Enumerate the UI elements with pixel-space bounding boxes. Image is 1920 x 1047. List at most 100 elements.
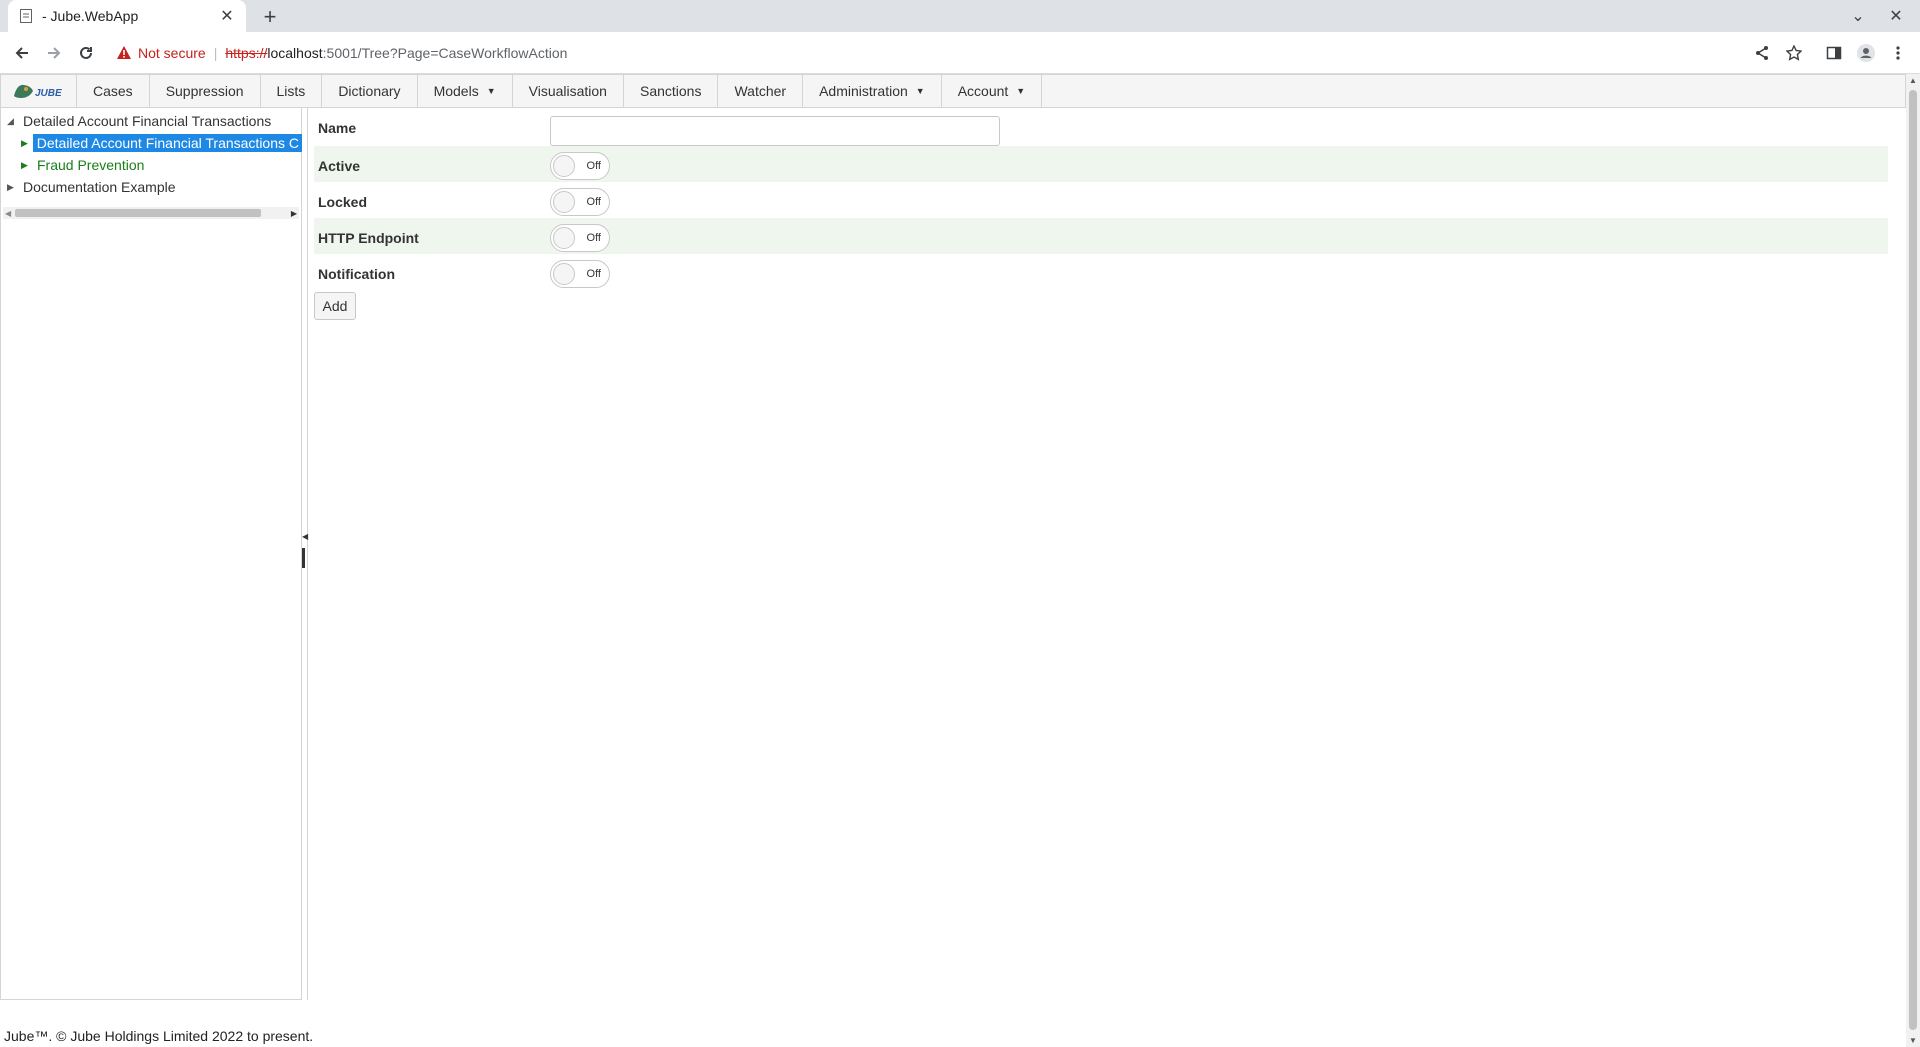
tree-collapsed-icon[interactable]: ▶ — [21, 160, 33, 171]
tree-node-fraud-prevention[interactable]: ▶ Fraud Prevention — [21, 154, 148, 176]
scroll-left-icon[interactable]: ◀ — [5, 209, 11, 218]
caret-down-icon: ▼ — [915, 86, 925, 96]
menu-watcher-label: Watcher — [734, 83, 787, 99]
toggle-knob — [553, 155, 575, 177]
menu-suppression[interactable]: Suppression — [150, 75, 261, 107]
panel-splitter[interactable]: ◀ — [302, 108, 308, 1000]
address-separator: | — [213, 45, 218, 61]
http-endpoint-row: HTTP Endpoint Off — [314, 218, 1888, 254]
http-endpoint-label: HTTP Endpoint — [318, 230, 419, 246]
menu-watcher[interactable]: Watcher — [718, 75, 804, 107]
menu-models[interactable]: Models ▼ — [418, 75, 513, 107]
scrollbar-thumb[interactable] — [15, 209, 261, 217]
tree-expanded-icon[interactable]: ◢ — [7, 116, 19, 127]
browser-toolbar: Not secure | https:// localhost :5001/Tr… — [0, 32, 1920, 74]
window-close-icon[interactable]: ✕ — [1884, 4, 1908, 28]
tab-search-icon[interactable]: ⌄ — [1846, 4, 1870, 28]
menu-administration[interactable]: Administration ▼ — [803, 75, 942, 107]
warning-icon — [116, 45, 132, 61]
toggle-knob — [553, 191, 575, 213]
menu-visualisation[interactable]: Visualisation — [513, 75, 624, 107]
toggle-state: Off — [586, 160, 601, 172]
active-toggle[interactable]: Off — [550, 152, 610, 180]
notification-toggle[interactable]: Off — [550, 260, 610, 288]
not-secure-label[interactable]: Not secure — [138, 45, 206, 61]
http-endpoint-toggle[interactable]: Off — [550, 224, 610, 252]
tree-node-label[interactable]: Documentation Example — [19, 178, 180, 196]
tree-horizontal-scrollbar[interactable]: ◀ ▶ — [3, 207, 299, 219]
tree-node-documentation[interactable]: ▶ Documentation Example — [7, 176, 180, 198]
page-vertical-scrollbar[interactable]: ▲ ▼ — [1906, 74, 1920, 1047]
name-row: Name — [314, 108, 1888, 146]
toggle-state: Off — [586, 232, 601, 244]
profile-avatar-icon[interactable] — [1854, 41, 1878, 65]
tree-collapsed-icon[interactable]: ▶ — [21, 138, 33, 149]
menu-cases[interactable]: Cases — [77, 75, 150, 107]
active-row: Active Off — [314, 146, 1888, 182]
jube-logo[interactable]: JUBE — [1, 75, 77, 107]
notification-label: Notification — [318, 266, 395, 282]
url-scheme: https:// — [225, 45, 268, 61]
bookmark-star-icon[interactable] — [1782, 41, 1806, 65]
reload-icon[interactable] — [74, 41, 98, 65]
tree-panel: ◢ Detailed Account Financial Transaction… — [0, 108, 303, 1000]
url-path: :5001/Tree?Page=CaseWorkflowAction — [322, 45, 568, 61]
toggle-state: Off — [586, 196, 601, 208]
tree-node-label[interactable]: Detailed Account Financial Transactions — [19, 112, 275, 130]
back-icon[interactable] — [10, 41, 34, 65]
menu-models-label: Models — [433, 83, 479, 99]
scroll-up-icon[interactable]: ▲ — [1909, 76, 1917, 85]
splitter-grip[interactable] — [302, 548, 305, 568]
menu-account[interactable]: Account ▼ — [942, 75, 1043, 107]
collapse-left-icon[interactable]: ◀ — [302, 532, 308, 541]
tab-close-icon[interactable]: ✕ — [218, 7, 236, 25]
browser-tab[interactable]: - Jube.WebApp ✕ — [8, 0, 246, 32]
caret-down-icon: ▼ — [1016, 86, 1026, 96]
tree-node-selected[interactable]: ▶ Detailed Account Financial Transaction… — [21, 132, 303, 154]
tree-node-label[interactable]: Detailed Account Financial Transactions … — [32, 134, 303, 152]
tree-node-root[interactable]: ◢ Detailed Account Financial Transaction… — [7, 110, 275, 132]
menu-administration-label: Administration — [819, 83, 908, 99]
locked-row: Locked Off — [314, 182, 1888, 218]
footer-copyright: Jube™. © Jube Holdings Limited 2022 to p… — [4, 1028, 314, 1044]
logo-text: JUBE — [35, 88, 62, 99]
caret-down-icon: ▼ — [486, 86, 496, 96]
content-panel: Name Active Off Locked Off HTTP Endpoint… — [310, 108, 1906, 1000]
forward-icon[interactable] — [42, 41, 66, 65]
scroll-right-icon[interactable]: ▶ — [291, 209, 297, 218]
menu-dictionary[interactable]: Dictionary — [322, 75, 418, 107]
app-root: JUBE Cases Suppression Lists Dictionary … — [0, 74, 1920, 1047]
menu-lists-label: Lists — [276, 83, 306, 99]
add-button[interactable]: Add — [314, 292, 356, 320]
name-input[interactable] — [550, 116, 1000, 146]
menu-account-label: Account — [957, 83, 1009, 99]
menu-visualisation-label: Visualisation — [528, 83, 607, 99]
new-tab-button[interactable]: + — [258, 4, 282, 29]
menu-lists[interactable]: Lists — [261, 75, 323, 107]
locked-toggle[interactable]: Off — [550, 188, 610, 216]
tree-node-label[interactable]: Fraud Prevention — [33, 156, 148, 174]
menu-suppression-label: Suppression — [165, 83, 244, 99]
address-bar[interactable]: Not secure | https:// localhost :5001/Tr… — [108, 37, 1778, 69]
menu-cases-label: Cases — [93, 83, 133, 99]
scrollbar-thumb[interactable] — [1909, 90, 1917, 1030]
browser-tab-strip: - Jube.WebApp ✕ + ⌄ ✕ — [0, 0, 1920, 32]
url-host: localhost — [267, 45, 323, 61]
toggle-knob — [553, 263, 575, 285]
toggle-knob — [553, 227, 575, 249]
locked-label: Locked — [318, 194, 368, 210]
page-icon — [18, 8, 34, 24]
tab-title: - Jube.WebApp — [42, 8, 139, 24]
notification-row: Notification Off — [314, 254, 1888, 290]
menu-sanctions-label: Sanctions — [639, 83, 702, 99]
tree-collapsed-icon[interactable]: ▶ — [7, 182, 19, 193]
name-label: Name — [318, 120, 357, 136]
menu-sanctions[interactable]: Sanctions — [624, 75, 719, 107]
menu-dictionary-label: Dictionary — [338, 83, 401, 99]
share-icon[interactable] — [1750, 41, 1774, 65]
side-panel-icon[interactable] — [1822, 41, 1846, 65]
browser-menu-icon[interactable] — [1886, 41, 1910, 65]
main-menu-bar: JUBE Cases Suppression Lists Dictionary … — [0, 74, 1906, 108]
active-label: Active — [318, 158, 361, 174]
scroll-down-icon[interactable]: ▼ — [1909, 1036, 1917, 1045]
